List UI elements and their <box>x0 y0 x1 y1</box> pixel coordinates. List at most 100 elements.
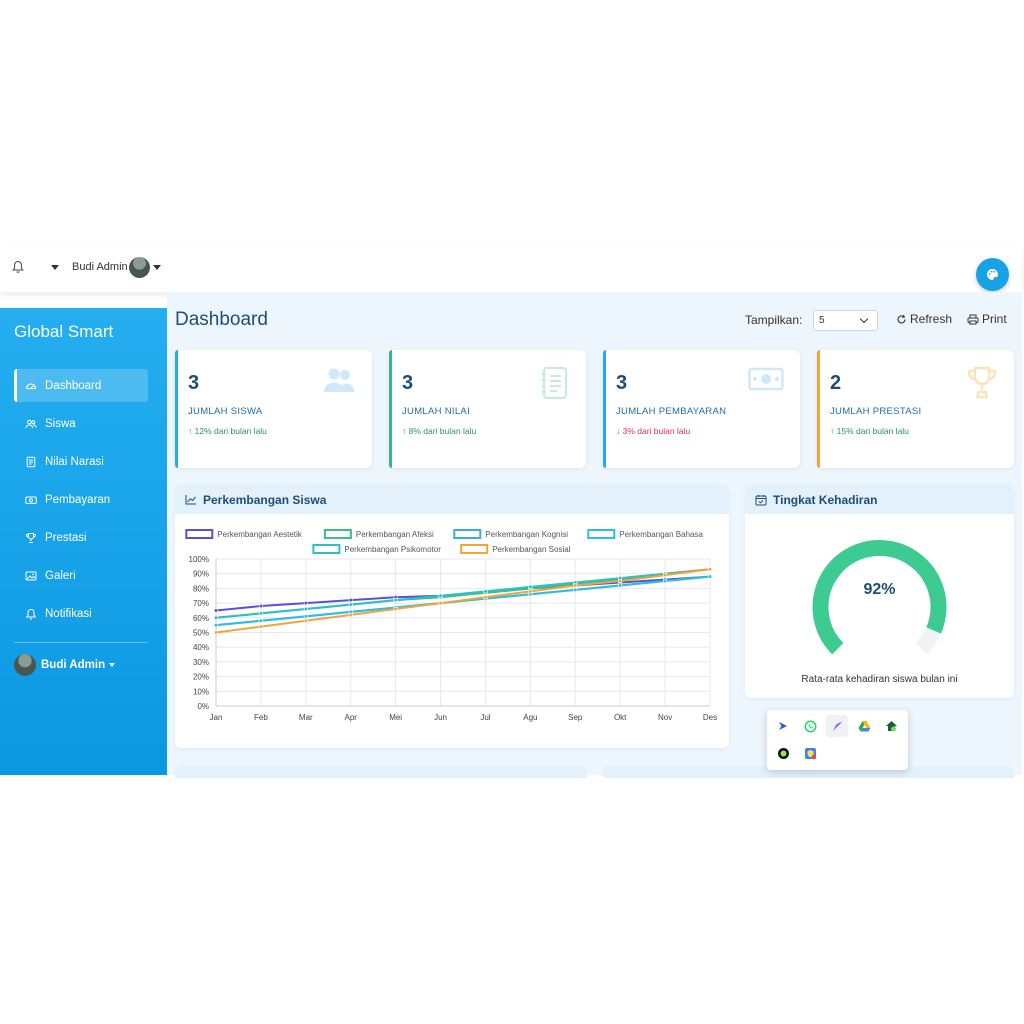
chevron-down-icon <box>859 314 869 324</box>
data-point <box>258 603 264 609</box>
y-tick-label: 30% <box>193 658 209 667</box>
topbar-user-name[interactable]: Budi Admin <box>72 261 128 273</box>
sidebar: Global Smart Dashboard Siswa Nilai Naras… <box>0 308 167 775</box>
sidebar-item-prestasi[interactable]: Prestasi <box>14 521 148 554</box>
money-icon <box>748 366 784 397</box>
data-point <box>528 584 533 590</box>
stat-card-pembayaran[interactable]: 3 JUMLAH PEMBAYARAN ↓ 3% dari bulan lalu <box>603 350 800 468</box>
vpn-icon[interactable] <box>883 718 899 734</box>
x-tick-label: Sep <box>568 713 583 722</box>
arrow-app-icon[interactable] <box>775 718 791 734</box>
card-stripe <box>603 350 606 468</box>
avatar[interactable] <box>129 257 150 278</box>
shield-app-icon[interactable] <box>802 745 818 761</box>
stat-value: 3 <box>616 372 628 394</box>
brand-title[interactable]: Global Smart <box>14 322 113 342</box>
data-point <box>213 615 219 620</box>
bell-icon[interactable] <box>12 260 26 276</box>
x-tick-label: Jan <box>210 713 223 722</box>
users-icon <box>25 418 37 430</box>
sidebar-item-notifikasi[interactable]: Notifikasi <box>14 597 148 630</box>
stat-label: JUMLAH PRESTASI <box>830 406 922 417</box>
whatsapp-icon[interactable] <box>802 718 818 734</box>
sidebar-item-label: Galeri <box>45 569 76 582</box>
legend-swatch <box>323 529 352 539</box>
stat-label: JUMLAH SISWA <box>188 406 263 417</box>
y-tick-label: 50% <box>193 629 209 638</box>
sidebar-item-label: Pembayaran <box>45 493 111 506</box>
stat-label: JUMLAH NILAI <box>402 406 471 417</box>
attendance-caption: Rata-rata kehadiran siswa bulan ini <box>801 674 958 685</box>
data-point <box>303 600 308 606</box>
legend-label: Perkembangan Sosial <box>492 545 570 554</box>
data-point <box>662 578 668 584</box>
print-label: Print <box>982 312 1007 326</box>
sidebar-item-label: Prestasi <box>45 531 87 544</box>
sidebar-user-menu[interactable]: Budi Admin <box>14 654 116 676</box>
refresh-icon <box>897 314 906 323</box>
y-tick-label: 70% <box>193 599 209 608</box>
attendance-gauge <box>812 540 947 655</box>
data-point <box>348 598 353 603</box>
data-point <box>707 574 713 579</box>
stat-card-nilai[interactable]: 3 JUMLAH NILAI ↑ 8% dari bulan lalu <box>389 350 586 468</box>
drive-icon[interactable] <box>856 718 872 734</box>
x-tick-label: Mar <box>299 713 313 722</box>
caret-down-icon[interactable] <box>51 265 59 270</box>
avatar <box>14 654 36 676</box>
calendar-check-icon <box>755 494 767 505</box>
refresh-button[interactable]: Refresh <box>896 312 952 326</box>
y-tick-label: 0% <box>197 702 209 711</box>
legend-swatch <box>185 529 214 539</box>
sidebar-item-siswa[interactable]: Siswa <box>14 407 148 440</box>
x-tick-label: Des <box>703 713 717 722</box>
sidebar-item-nilai-narasi[interactable]: Nilai Narasi <box>14 445 148 478</box>
x-tick-label: Mei <box>389 713 402 722</box>
print-button[interactable]: Print <box>967 312 1007 326</box>
refresh-label: Refresh <box>910 312 953 326</box>
stat-label: JUMLAH PEMBAYARAN <box>616 406 727 417</box>
bell-icon <box>25 608 37 620</box>
data-point <box>258 618 264 623</box>
y-tick-label: 10% <box>193 687 209 696</box>
legend-swatch <box>312 544 341 554</box>
sidebar-divider <box>14 642 148 643</box>
y-tick-label: 100% <box>189 555 209 564</box>
y-tick-label: 90% <box>193 570 209 579</box>
legend-label: Perkembangan Bahasa <box>619 530 703 539</box>
legend-label: Perkembangan Aestetik <box>217 530 302 539</box>
data-point <box>483 589 488 594</box>
data-point <box>573 583 578 588</box>
tampilkan-select[interactable]: 5 <box>813 310 878 331</box>
caret-down-icon[interactable] <box>153 265 161 270</box>
card-stripe <box>817 350 820 468</box>
series-line <box>215 568 711 634</box>
card-stripe <box>175 350 178 468</box>
stat-value: 3 <box>402 372 414 394</box>
users-icon <box>322 366 356 399</box>
legend-swatch <box>460 544 489 554</box>
main-content: Dashboard Tampilkan: 5 Refresh Print 3 J… <box>167 292 1022 778</box>
palette-button[interactable] <box>976 258 1009 291</box>
chart-panel-title: Perkembangan Siswa <box>203 492 327 507</box>
sidebar-item-pembayaran[interactable]: Pembayaran <box>14 483 148 516</box>
data-point <box>393 606 398 612</box>
screen: Budi Admin Global Smart Dashboard Siswa … <box>0 0 1024 1024</box>
legend-swatch <box>453 529 482 539</box>
data-point <box>707 567 713 572</box>
tampilkan-value: 5 <box>819 315 825 326</box>
stat-card-siswa[interactable]: 3 JUMLAH SISWA ↑ 12% dari bulan lalu <box>175 350 372 468</box>
feather-icon[interactable] <box>826 715 848 737</box>
sidebar-item-galeri[interactable]: Galeri <box>14 559 148 592</box>
page-title: Dashboard <box>175 309 268 330</box>
data-point <box>213 608 219 613</box>
record-icon[interactable] <box>775 745 791 761</box>
notebook-icon <box>540 366 570 405</box>
x-tick-label: Feb <box>254 713 268 722</box>
y-tick-label: 60% <box>193 614 209 623</box>
bottom-panel-left <box>175 766 587 778</box>
stat-value: 2 <box>830 372 842 394</box>
stat-card-prestasi[interactable]: 2 JUMLAH PRESTASI ↑ 15% dari bulan lalu <box>817 350 1014 468</box>
chart-panel: Perkembangan Siswa 0% 10% 20% 30% 40% 50% 60% 7… <box>175 485 729 748</box>
sidebar-item-dashboard[interactable]: Dashboard <box>14 369 148 402</box>
